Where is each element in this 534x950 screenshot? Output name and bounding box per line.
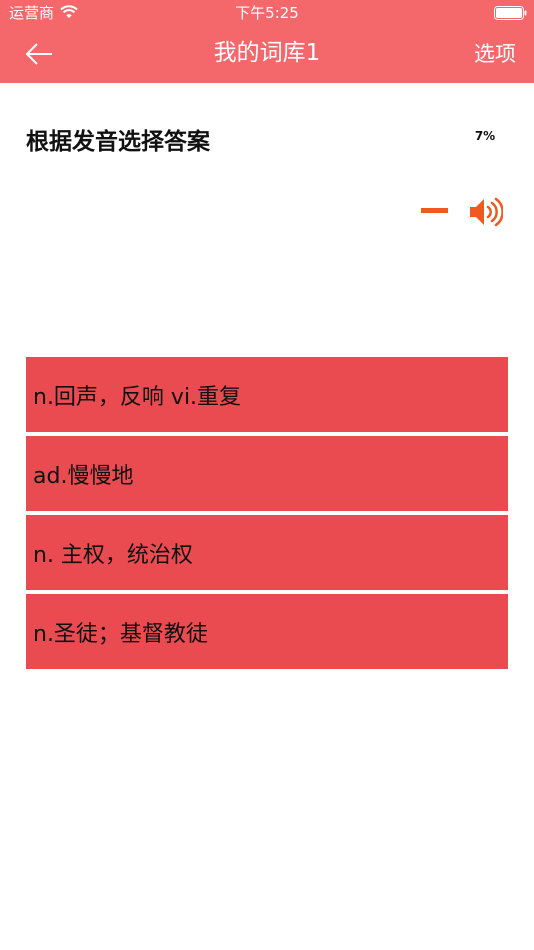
answer-option[interactable]: n.回声，反响 vi.重复 (26, 357, 508, 432)
page-title: 我的词库1 (213, 40, 321, 66)
options-button[interactable]: 选项 (460, 39, 516, 69)
status-bar: 运营商 下午5:25 (0, 0, 534, 28)
answer-options: n.回声，反响 vi.重复 ad.慢慢地 n. 主权，统治权 n.圣徒；基督教徒 (26, 357, 508, 673)
minus-icon[interactable] (421, 208, 448, 213)
question-prompt: 根据发音选择答案 (26, 129, 210, 155)
status-time: 下午5:25 (235, 4, 299, 22)
battery-icon (494, 6, 527, 20)
answer-option[interactable]: ad.慢慢地 (26, 436, 508, 511)
nav-header: 运营商 下午5:25 我的词库1 选项 (0, 0, 534, 83)
answer-option[interactable]: n.圣徒；基督教徒 (26, 594, 508, 669)
answer-option[interactable]: n. 主权，统治权 (26, 515, 508, 590)
screen: 运营商 下午5:25 我的词库1 选项 根据发音选择答案 7% n.回声，反响 … (0, 0, 534, 950)
speaker-icon[interactable] (469, 196, 503, 228)
progress-percent: 7% (474, 129, 496, 143)
